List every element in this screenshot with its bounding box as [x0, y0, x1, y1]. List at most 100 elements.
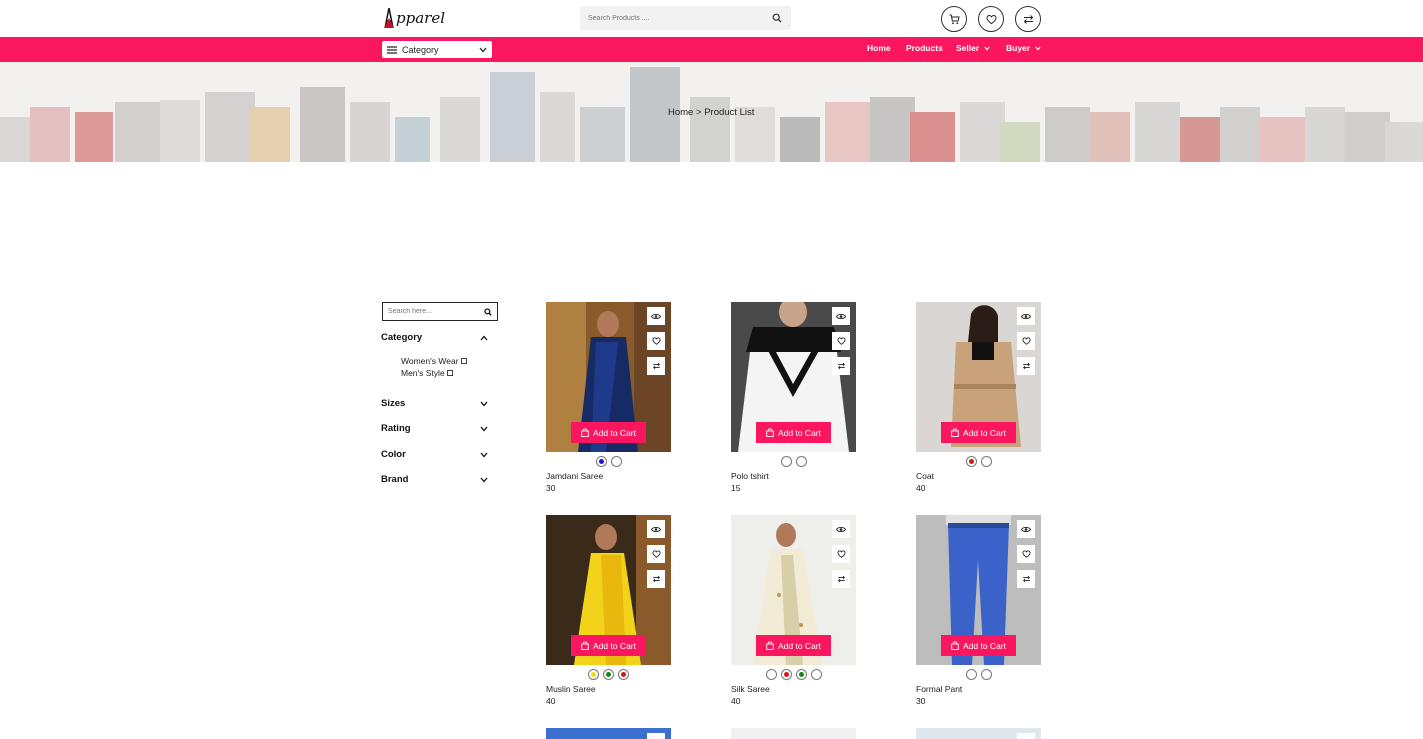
product-name[interactable]: Jamdani Saree: [546, 471, 603, 481]
compare-icon: [652, 362, 660, 370]
compare-button[interactable]: [1017, 357, 1035, 375]
filter-category-header[interactable]: Category: [381, 332, 488, 343]
wishlist-button[interactable]: [832, 545, 850, 563]
wishlist-button[interactable]: [647, 332, 665, 350]
compare-button[interactable]: [647, 357, 665, 375]
add-to-cart-button[interactable]: Add to Cart: [941, 635, 1016, 656]
nav-link-products[interactable]: Products: [906, 43, 943, 53]
product-image[interactable]: [916, 728, 1041, 739]
quick-view-button[interactable]: [647, 520, 665, 538]
filter-rating-header[interactable]: Rating: [381, 423, 488, 434]
search-icon[interactable]: [771, 12, 783, 24]
filter-sizes-header[interactable]: Sizes: [381, 398, 488, 409]
color-swatch[interactable]: [765, 669, 777, 680]
product-price: 40: [731, 696, 741, 706]
wishlist-button[interactable]: [832, 332, 850, 350]
filter-option-womens-wear[interactable]: Women's Wear: [401, 356, 467, 366]
quick-view-button[interactable]: [832, 307, 850, 325]
search-icon[interactable]: [484, 307, 492, 316]
header-search[interactable]: [580, 6, 791, 30]
product-name[interactable]: Muslin Saree: [546, 684, 596, 694]
color-swatch[interactable]: [965, 456, 977, 467]
add-to-cart-label: Add to Cart: [593, 427, 636, 438]
compare-icon: [652, 575, 660, 583]
wishlist-button[interactable]: [1017, 545, 1035, 563]
product-price: 40: [546, 696, 556, 706]
color-swatch[interactable]: [603, 669, 614, 680]
color-swatch[interactable]: [980, 669, 992, 680]
logo[interactable]: pparel: [383, 6, 445, 30]
wishlist-button[interactable]: [978, 6, 1004, 32]
quick-view-button[interactable]: [1017, 520, 1035, 538]
quick-view-button[interactable]: [647, 307, 665, 325]
product-name[interactable]: Formal Pant: [916, 684, 962, 694]
quick-view-button[interactable]: [832, 520, 850, 538]
breadcrumb-home[interactable]: Home: [668, 107, 693, 118]
compare-button[interactable]: [832, 357, 850, 375]
color-swatch[interactable]: [618, 669, 629, 680]
product-actions: [647, 307, 665, 375]
compare-icon: [1023, 14, 1033, 24]
heart-icon: [985, 14, 997, 24]
search-input[interactable]: [588, 14, 771, 22]
product-name[interactable]: Polo tshirt: [731, 471, 769, 481]
color-swatch[interactable]: [780, 669, 792, 680]
breadcrumb-separator: >: [695, 107, 702, 118]
color-swatch[interactable]: [595, 456, 607, 467]
category-select-label: Category: [402, 44, 439, 55]
product-price: 15: [731, 483, 741, 493]
filter-color-header[interactable]: Color: [381, 449, 488, 460]
color-swatch[interactable]: [980, 456, 992, 467]
heart-icon: [651, 337, 661, 345]
color-swatch[interactable]: [780, 456, 792, 467]
compare-button[interactable]: [1015, 6, 1041, 32]
compare-icon: [837, 575, 845, 583]
bag-icon: [766, 428, 774, 437]
color-swatches: [546, 669, 671, 680]
cart-button[interactable]: [941, 6, 967, 32]
heart-icon: [836, 337, 846, 345]
filter-sizes-title: Sizes: [381, 398, 406, 409]
color-swatch[interactable]: [795, 669, 807, 680]
compare-button[interactable]: [832, 570, 850, 588]
nav-link-seller[interactable]: Seller: [956, 43, 990, 53]
nav-link-home[interactable]: Home: [867, 43, 891, 53]
heart-icon: [836, 550, 846, 558]
color-swatches: [731, 456, 856, 467]
compare-button[interactable]: [1017, 570, 1035, 588]
wishlist-button[interactable]: [647, 545, 665, 563]
add-to-cart-button[interactable]: Add to Cart: [941, 422, 1016, 443]
compare-icon: [1022, 575, 1030, 583]
compare-icon: [837, 362, 845, 370]
compare-button[interactable]: [647, 570, 665, 588]
color-swatch[interactable]: [965, 669, 977, 680]
color-swatch[interactable]: [610, 456, 622, 467]
category-select[interactable]: Category: [382, 41, 492, 58]
color-swatch[interactable]: [810, 669, 822, 680]
color-swatch[interactable]: [588, 669, 599, 680]
product-name[interactable]: Coat: [916, 471, 934, 481]
eye-icon: [836, 313, 846, 319]
quick-view-button[interactable]: [1017, 307, 1035, 325]
add-to-cart-button[interactable]: Add to Cart: [756, 635, 831, 656]
add-to-cart-button[interactable]: Add to Cart: [756, 422, 831, 443]
add-to-cart-button[interactable]: Add to Cart: [571, 422, 646, 443]
color-swatch[interactable]: [795, 456, 807, 467]
product-name[interactable]: Silk Saree: [731, 684, 770, 694]
add-to-cart-label: Add to Cart: [778, 427, 821, 438]
add-to-cart-button[interactable]: Add to Cart: [571, 635, 646, 656]
product-image[interactable]: [731, 728, 856, 739]
checkbox[interactable]: [460, 358, 467, 364]
add-to-cart-label: Add to Cart: [963, 427, 1006, 438]
filter-option-mens-style[interactable]: Men's Style: [401, 368, 453, 378]
nav-link-buyer[interactable]: Buyer: [1006, 43, 1041, 53]
sidebar-search-input[interactable]: [388, 308, 484, 315]
nav-bar: [0, 37, 1423, 62]
nav-link-seller-label: Seller: [956, 43, 980, 53]
filter-brand-header[interactable]: Brand: [381, 474, 488, 485]
product-image[interactable]: [546, 728, 671, 739]
sidebar-search[interactable]: [382, 302, 498, 321]
checkbox[interactable]: [446, 370, 453, 376]
wishlist-button[interactable]: [1017, 332, 1035, 350]
product-price: 40: [916, 483, 926, 493]
